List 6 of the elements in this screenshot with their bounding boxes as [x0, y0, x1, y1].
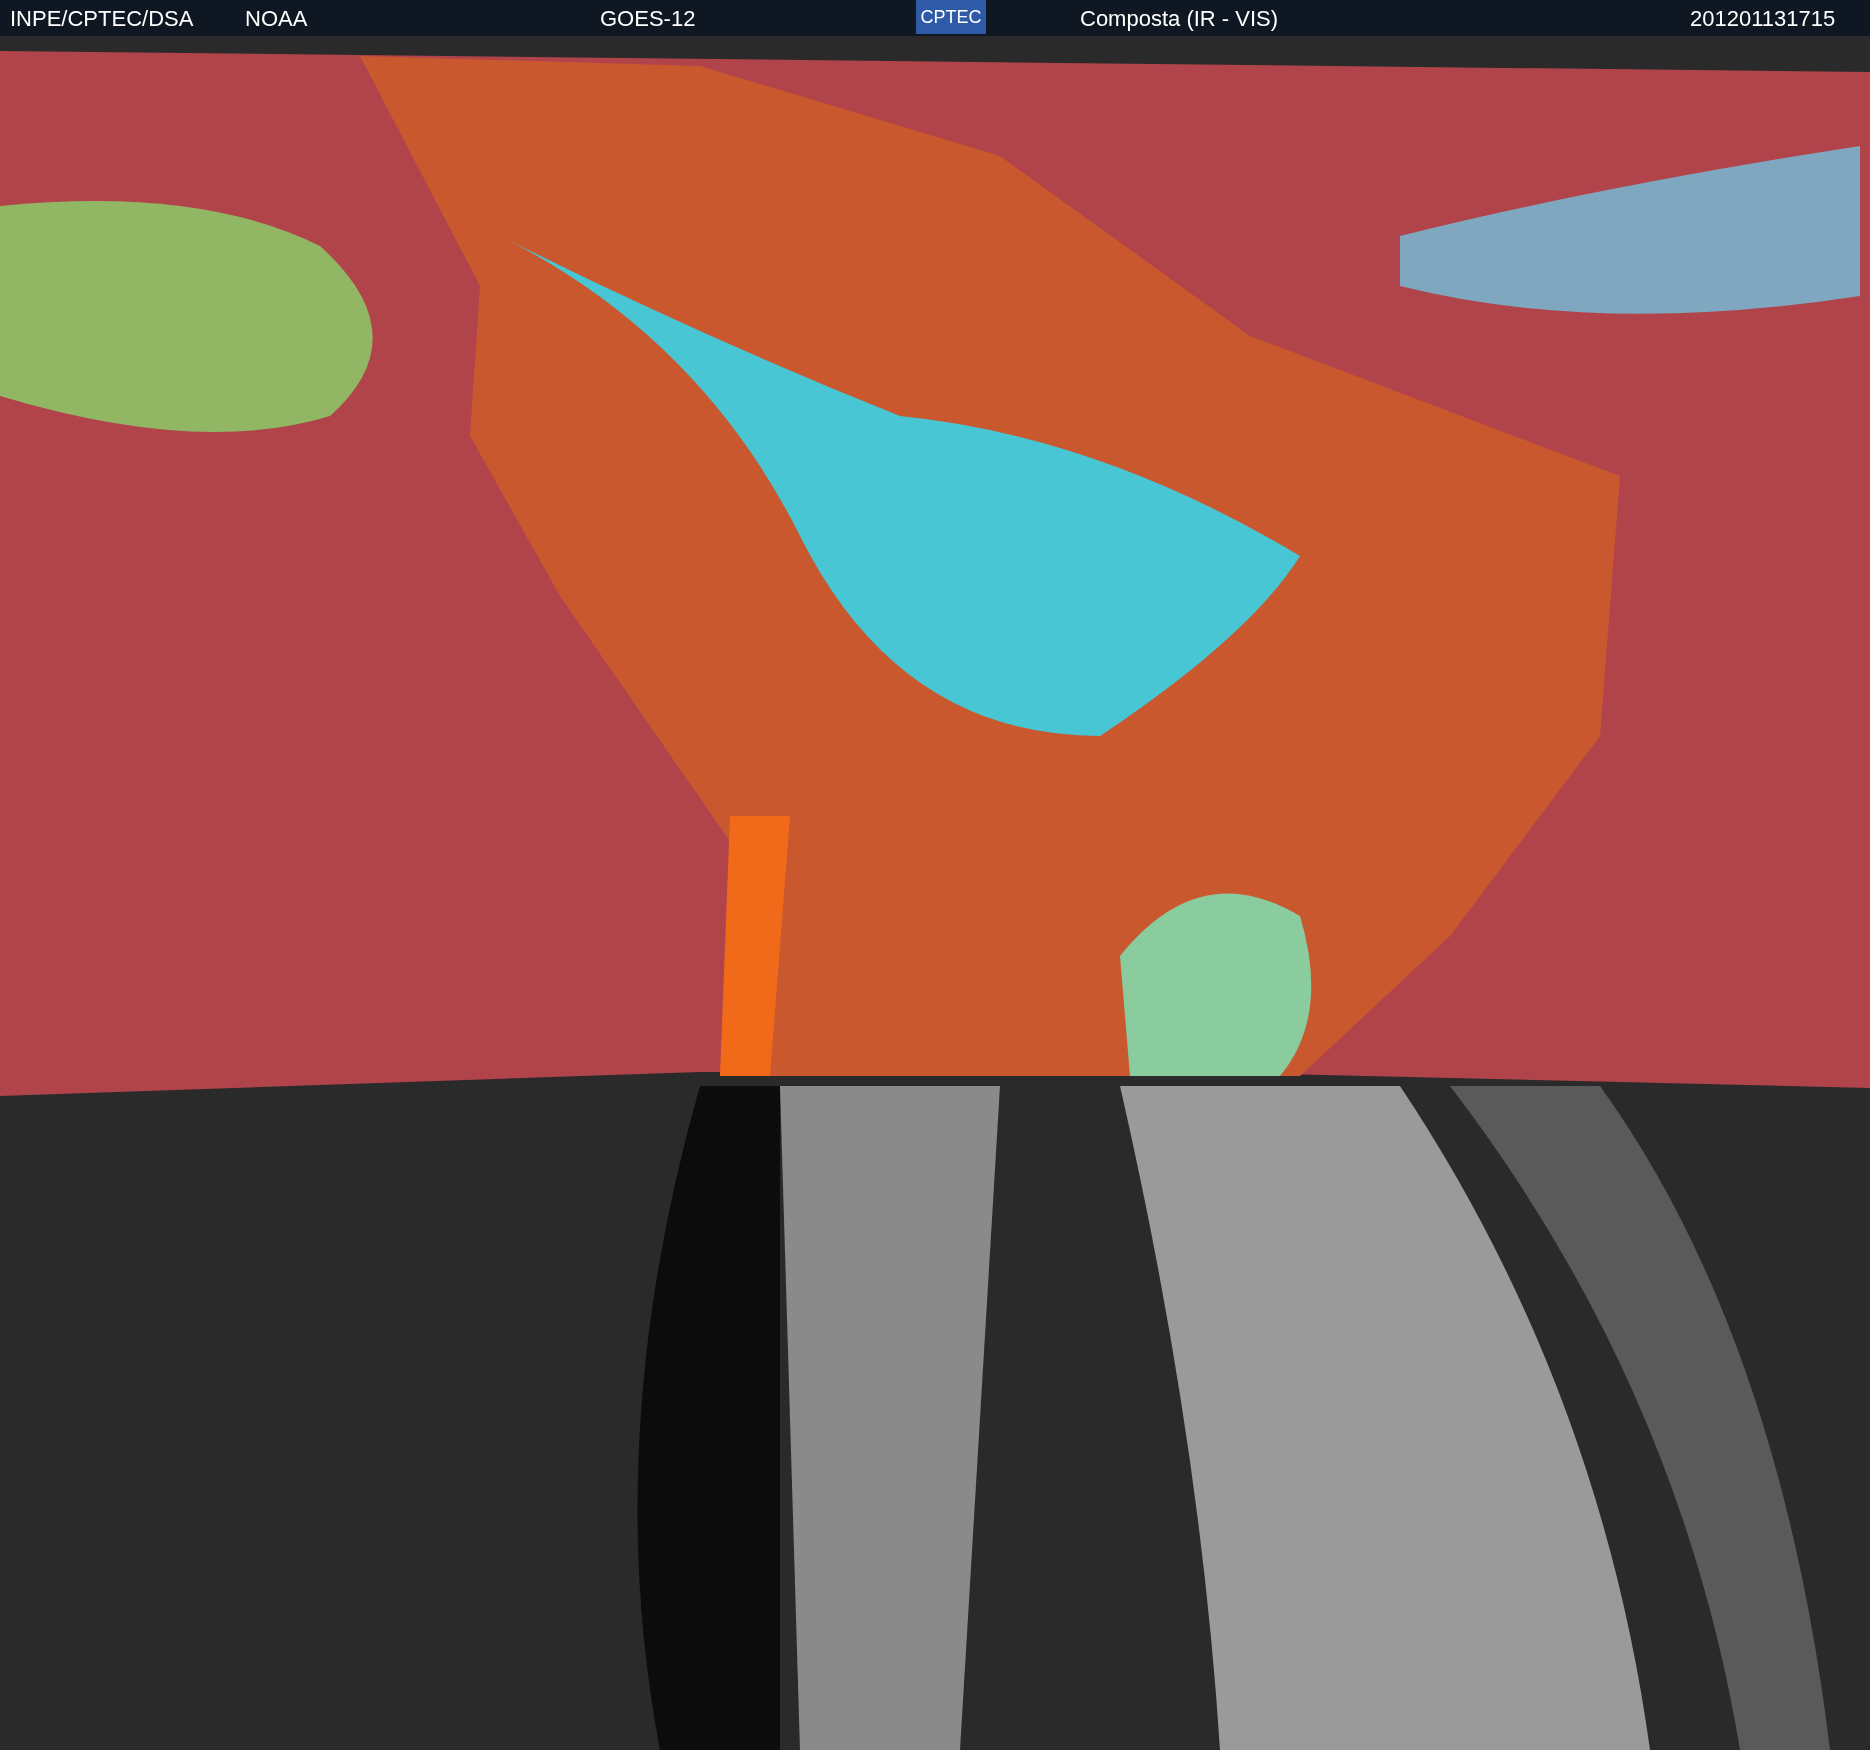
agency-label: NOAA — [245, 4, 308, 33]
product-label: Composta (IR - VIS) — [1080, 4, 1279, 33]
satellite-label: GOES-12 — [600, 4, 696, 33]
logo: CPTEC — [916, 0, 986, 34]
source-label: INPE/CPTEC/DSA — [10, 4, 194, 33]
timestamp-label: 201201131715 — [1690, 4, 1836, 33]
